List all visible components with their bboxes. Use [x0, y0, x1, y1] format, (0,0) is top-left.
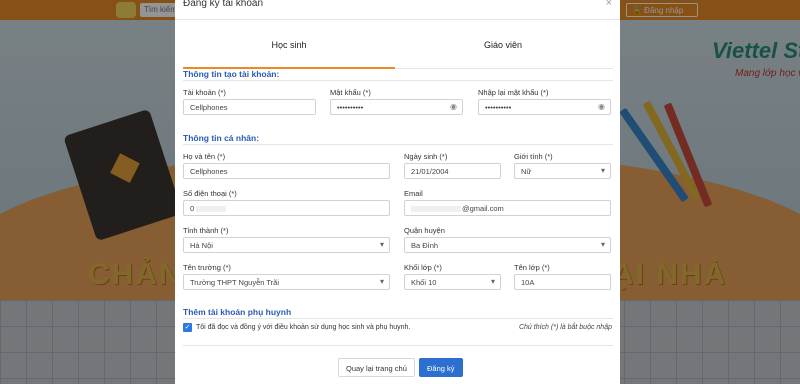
gender-label: Giới tính (*)	[514, 152, 553, 161]
fullname-field[interactable]: Cellphones	[183, 163, 390, 179]
username-label: Tài khoản (*)	[183, 88, 226, 97]
back-home-button[interactable]: Quay lại trang chủ	[338, 358, 415, 377]
phone-label: Số điện thoại (*)	[183, 189, 237, 198]
password-value: ••••••••••	[337, 103, 364, 112]
email-field[interactable]: @gmail.com	[404, 200, 611, 216]
province-label: Tỉnh thành (*)	[183, 226, 229, 235]
section-divider	[183, 80, 613, 81]
redacted-mask	[196, 206, 227, 213]
parent-account-link[interactable]: Thêm tài khoản phụ huynh	[183, 307, 291, 317]
close-icon[interactable]: ×	[606, 0, 612, 9]
password-field[interactable]: •••••••••• ◉	[330, 99, 463, 115]
dob-label: Ngày sinh (*)	[404, 152, 448, 161]
tab-teacher[interactable]: Giáo viên	[397, 40, 609, 50]
school-label: Tên trường (*)	[183, 263, 231, 272]
confirm-password-value: ••••••••••	[485, 103, 512, 112]
account-section-heading: Thông tin tạo tài khoản:	[183, 69, 280, 79]
eye-icon[interactable]: ◉	[450, 102, 457, 111]
footer-divider	[183, 345, 613, 346]
district-select[interactable]: Ba Đình	[404, 237, 611, 253]
province-select[interactable]: Hà Nội	[183, 237, 390, 253]
phone-field[interactable]: 0	[183, 200, 390, 216]
district-label: Quận huyện	[404, 226, 445, 235]
fullname-label: Họ và tên (*)	[183, 152, 226, 161]
register-modal: Đăng ký tài khoản × Học sinh Giáo viên T…	[175, 0, 620, 384]
username-field[interactable]: Cellphones	[183, 99, 316, 115]
modal-header: Đăng ký tài khoản ×	[175, 0, 620, 20]
dob-field[interactable]: 21/01/2004	[404, 163, 501, 179]
email-label: Email	[404, 189, 423, 198]
password-label: Mật khẩu (*)	[330, 88, 371, 97]
school-select[interactable]: Trường THPT Nguyễn Trãi	[183, 274, 390, 290]
role-tabs: Học sinh Giáo viên	[175, 30, 620, 69]
email-value: @gmail.com	[462, 204, 504, 213]
eye-icon[interactable]: ◉	[598, 102, 605, 111]
confirm-password-field[interactable]: •••••••••• ◉	[478, 99, 611, 115]
phone-value: 0	[190, 204, 195, 213]
modal-title: Đăng ký tài khoản	[183, 0, 264, 9]
section-divider	[183, 144, 613, 145]
agree-text: Tôi đã đọc và đồng ý với điều khoản sử d…	[196, 324, 411, 331]
gender-select[interactable]: Nữ	[514, 163, 611, 179]
confirm-password-label: Nhập lại mật khẩu (*)	[478, 88, 549, 97]
grade-select[interactable]: Khối 10	[404, 274, 501, 290]
section-divider	[183, 318, 613, 319]
grade-label: Khối lớp (*)	[404, 263, 442, 272]
tab-student[interactable]: Học sinh	[183, 40, 395, 50]
class-label: Tên lớp (*)	[514, 263, 550, 272]
required-note: Chú thích (*) là bắt buộc nhập	[518, 324, 612, 331]
class-field[interactable]: 10A	[514, 274, 611, 290]
register-button[interactable]: Đăng ký	[419, 358, 463, 377]
redacted-mask	[411, 206, 461, 213]
agree-checkbox[interactable]: ✓	[183, 323, 192, 332]
personal-section-heading: Thông tin cá nhân:	[183, 133, 260, 143]
